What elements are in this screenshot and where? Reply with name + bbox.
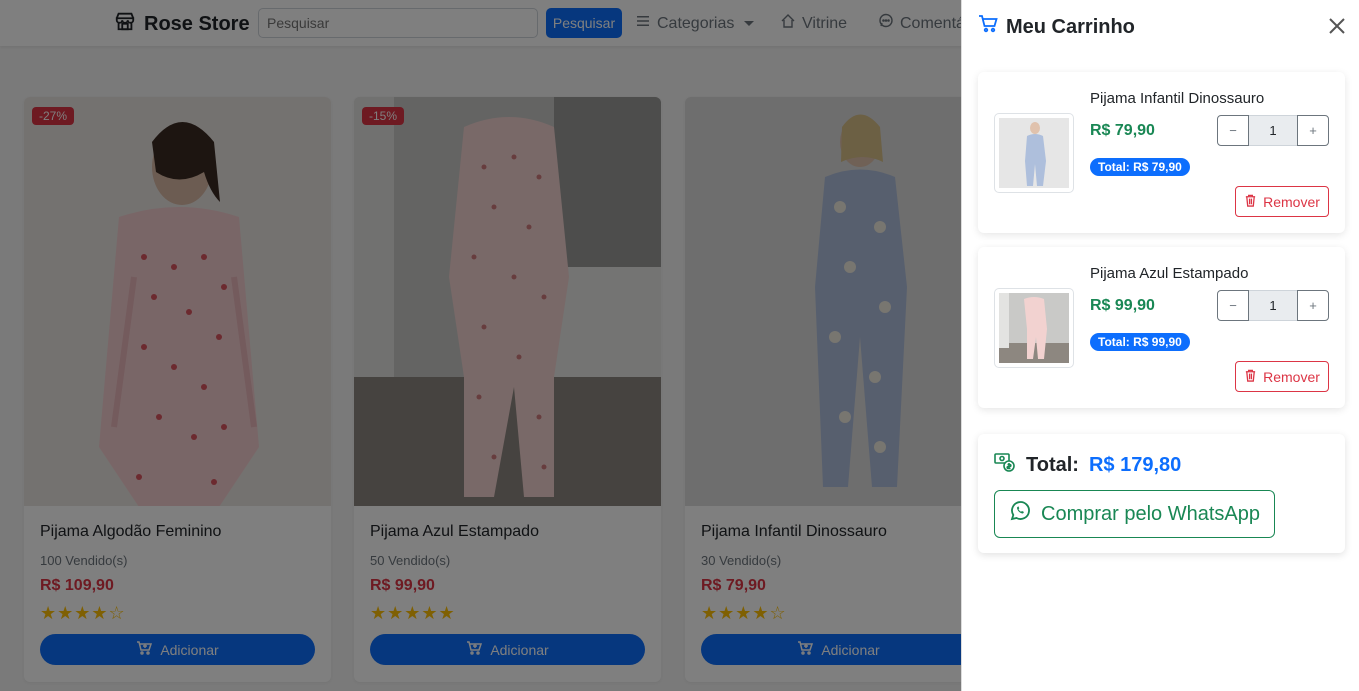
whatsapp-icon <box>1009 500 1031 528</box>
cart-item-thumbnail <box>994 288 1074 368</box>
decrease-button[interactable]: − <box>1217 115 1249 146</box>
quantity-input[interactable]: 1 <box>1249 290 1297 321</box>
cart-item-thumbnail <box>994 113 1074 193</box>
cart-header: Meu Carrinho <box>978 14 1135 40</box>
remove-button[interactable]: Remover <box>1235 186 1329 217</box>
trash-icon <box>1244 369 1257 385</box>
cart-item-subtotal: Total: R$ 99,90 <box>1090 333 1190 351</box>
cart-item-price: R$ 99,90 <box>1090 297 1155 314</box>
quantity-stepper: − 1 + <box>1217 115 1329 146</box>
remove-button-label: Remover <box>1263 193 1320 210</box>
cash-icon <box>994 451 1016 479</box>
increase-button[interactable]: + <box>1297 290 1329 321</box>
whatsapp-button-label: Comprar pelo WhatsApp <box>1041 502 1260 525</box>
cart-item-price: R$ 79,90 <box>1090 122 1155 139</box>
decrease-button[interactable]: − <box>1217 290 1249 321</box>
cart-offcanvas: Meu Carrinho Pijama Infantil Dinossauro … <box>961 0 1359 691</box>
total-value: R$ 179,80 <box>1088 453 1182 476</box>
remove-button[interactable]: Remover <box>1235 361 1329 392</box>
cart-item-name: Pijama Infantil Dinossauro <box>1090 90 1265 107</box>
quantity-input[interactable]: 1 <box>1249 115 1297 146</box>
cart-item-subtotal: Total: R$ 79,90 <box>1090 158 1190 176</box>
trash-icon <box>1244 194 1257 210</box>
cart-item-name: Pijama Azul Estampado <box>1090 265 1249 282</box>
increase-button[interactable]: + <box>1297 115 1329 146</box>
remove-button-label: Remover <box>1263 368 1320 385</box>
cart-item: Pijama Azul Estampado R$ 99,90 − 1 + Tot… <box>978 247 1345 408</box>
cart-title: Meu Carrinho <box>1006 15 1135 38</box>
cart-icon <box>978 14 998 40</box>
quantity-stepper: − 1 + <box>1217 290 1329 321</box>
cart-total-box: Total: R$ 179,80 Comprar pelo WhatsApp <box>978 434 1345 553</box>
whatsapp-checkout-button[interactable]: Comprar pelo WhatsApp <box>994 490 1275 538</box>
total-label: Total: <box>1026 453 1079 476</box>
offcanvas-backdrop[interactable] <box>0 0 961 691</box>
cart-item: Pijama Infantil Dinossauro R$ 79,90 − 1 … <box>978 72 1345 233</box>
cart-total: Total: R$ 179,80 <box>994 451 1181 479</box>
close-icon[interactable] <box>1327 16 1347 36</box>
